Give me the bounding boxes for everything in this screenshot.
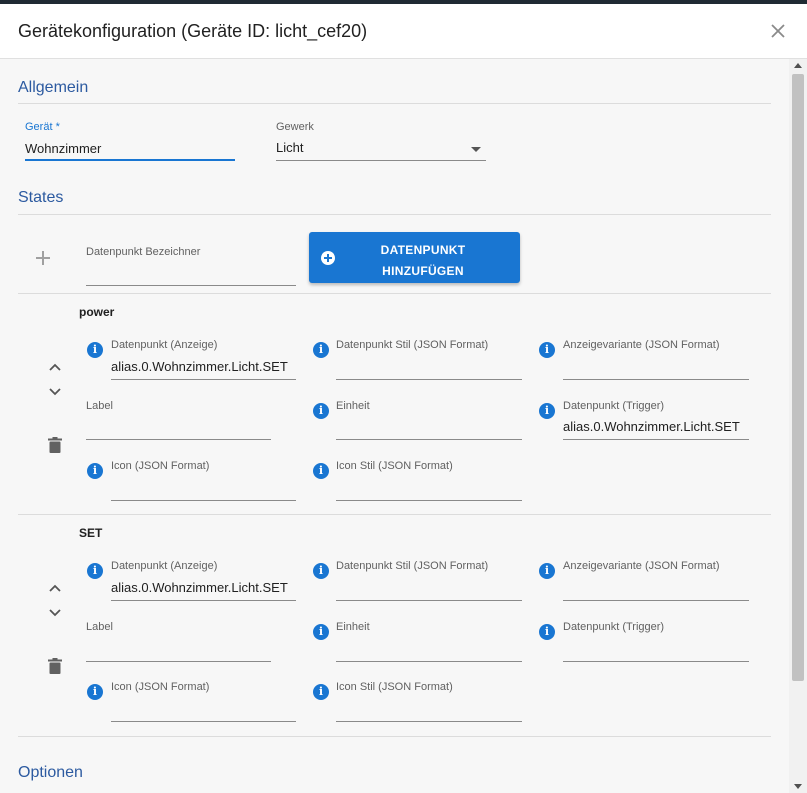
scrollbar-thumb[interactable] bbox=[792, 74, 804, 681]
field-underline bbox=[563, 379, 749, 380]
info-icon[interactable]: i bbox=[313, 403, 329, 419]
move-up-button[interactable] bbox=[49, 579, 61, 592]
info-icon[interactable]: i bbox=[313, 684, 329, 700]
field-underline bbox=[111, 600, 296, 601]
label-label: Label bbox=[86, 400, 113, 412]
field-underline bbox=[336, 600, 522, 601]
chevron-up-icon bbox=[49, 584, 61, 592]
variant-label: Anzeigevariante (JSON Format) bbox=[563, 560, 720, 572]
trash-icon bbox=[48, 658, 62, 674]
section-title-general: Allgemein bbox=[18, 79, 89, 96]
trade-select[interactable]: Licht bbox=[276, 140, 303, 155]
trigger-label: Datenpunkt (Trigger) bbox=[563, 621, 665, 633]
dp-style-label: Datenpunkt Stil (JSON Format) bbox=[336, 560, 489, 572]
info-icon[interactable]: i bbox=[539, 342, 555, 358]
row-divider bbox=[18, 514, 771, 515]
field-underline bbox=[336, 379, 522, 380]
section-divider bbox=[18, 103, 771, 104]
info-icon[interactable]: i bbox=[87, 342, 103, 358]
info-icon[interactable]: i bbox=[313, 342, 329, 358]
info-icon[interactable]: i bbox=[539, 624, 555, 640]
close-icon bbox=[771, 24, 785, 38]
info-icon[interactable]: i bbox=[87, 463, 103, 479]
datapoint-identifier-underline bbox=[86, 285, 296, 286]
field-underline bbox=[563, 661, 749, 662]
chevron-up-icon bbox=[49, 363, 61, 371]
trade-label: Gewerk bbox=[276, 121, 314, 133]
trash-icon bbox=[48, 437, 62, 453]
variant-label: Anzeigevariante (JSON Format) bbox=[563, 339, 720, 351]
add-datapoint-button[interactable]: DATENPUNKT HINZUFÜGEN bbox=[309, 232, 520, 283]
field-underline bbox=[86, 439, 271, 440]
info-icon[interactable]: i bbox=[539, 563, 555, 579]
info-icon[interactable]: i bbox=[313, 624, 329, 640]
dp-display-label: Datenpunkt (Anzeige) bbox=[111, 560, 218, 572]
device-label: Gerät * bbox=[25, 121, 60, 133]
scroll-up-arrow-icon[interactable] bbox=[794, 63, 802, 68]
field-underline bbox=[336, 439, 522, 440]
plus-icon[interactable] bbox=[36, 251, 50, 265]
section-title-states: States bbox=[18, 189, 64, 206]
dialog-header: Gerätekonfiguration (Geräte ID: licht_ce… bbox=[0, 4, 807, 59]
vertical-scrollbar[interactable] bbox=[789, 59, 807, 793]
scroll-down-arrow-icon[interactable] bbox=[794, 784, 802, 789]
info-icon[interactable]: i bbox=[539, 403, 555, 419]
trigger-label: Datenpunkt (Trigger) bbox=[563, 400, 665, 412]
section-title-options: Optionen bbox=[18, 764, 83, 781]
unit-label: Einheit bbox=[336, 621, 370, 633]
chevron-down-icon[interactable] bbox=[471, 147, 481, 152]
icon-style-label: Icon Stil (JSON Format) bbox=[336, 681, 453, 693]
move-down-button[interactable] bbox=[49, 604, 61, 617]
dialog-title: Gerätekonfiguration (Geräte ID: licht_ce… bbox=[18, 21, 368, 41]
state-name: SET bbox=[79, 526, 103, 540]
icon-json-label: Icon (JSON Format) bbox=[111, 460, 210, 472]
field-underline bbox=[111, 500, 296, 501]
dp-style-label: Datenpunkt Stil (JSON Format) bbox=[336, 339, 489, 351]
info-icon[interactable]: i bbox=[87, 563, 103, 579]
icon-json-label: Icon (JSON Format) bbox=[111, 681, 210, 693]
trigger-input[interactable]: alias.0.Wohnzimmer.Licht.SET bbox=[563, 419, 740, 434]
datapoint-identifier-label: Datenpunkt Bezeichner bbox=[86, 246, 201, 258]
row-divider bbox=[18, 293, 771, 294]
add-datapoint-button-line2: HINZUFÜGEN bbox=[382, 264, 464, 278]
device-input-underline bbox=[25, 159, 235, 161]
dp-display-input[interactable]: alias.0.Wohnzimmer.Licht.SET bbox=[111, 580, 288, 595]
field-underline bbox=[336, 500, 522, 501]
field-underline bbox=[111, 379, 296, 380]
field-underline bbox=[563, 439, 749, 440]
row-divider bbox=[18, 736, 771, 737]
dp-display-input[interactable]: alias.0.Wohnzimmer.Licht.SET bbox=[111, 359, 288, 374]
dp-display-label: Datenpunkt (Anzeige) bbox=[111, 339, 218, 351]
add-datapoint-button-line1: DATENPUNKT bbox=[380, 243, 466, 257]
field-underline bbox=[563, 600, 749, 601]
delete-state-button[interactable] bbox=[48, 437, 62, 453]
chevron-down-icon bbox=[49, 388, 61, 396]
field-underline bbox=[111, 721, 296, 722]
section-divider bbox=[18, 214, 771, 215]
chevron-down-icon bbox=[49, 609, 61, 617]
field-underline bbox=[336, 661, 522, 662]
move-up-button[interactable] bbox=[49, 358, 61, 371]
device-input[interactable]: Wohnzimmer bbox=[25, 141, 101, 156]
state-name: power bbox=[79, 305, 115, 319]
icon-style-label: Icon Stil (JSON Format) bbox=[336, 460, 453, 472]
info-icon[interactable]: i bbox=[313, 563, 329, 579]
field-underline bbox=[336, 721, 522, 722]
info-icon[interactable]: i bbox=[313, 463, 329, 479]
field-underline bbox=[86, 661, 271, 662]
close-button[interactable] bbox=[767, 20, 789, 42]
trade-select-underline bbox=[276, 160, 486, 161]
info-icon[interactable]: i bbox=[87, 684, 103, 700]
delete-state-button[interactable] bbox=[48, 658, 62, 674]
unit-label: Einheit bbox=[336, 400, 370, 412]
add-circle-icon bbox=[321, 251, 335, 265]
dialog-content: Allgemein Gerät * Wohnzimmer Gewerk Lich… bbox=[0, 59, 789, 793]
label-label: Label bbox=[86, 621, 113, 633]
move-down-button[interactable] bbox=[49, 383, 61, 396]
